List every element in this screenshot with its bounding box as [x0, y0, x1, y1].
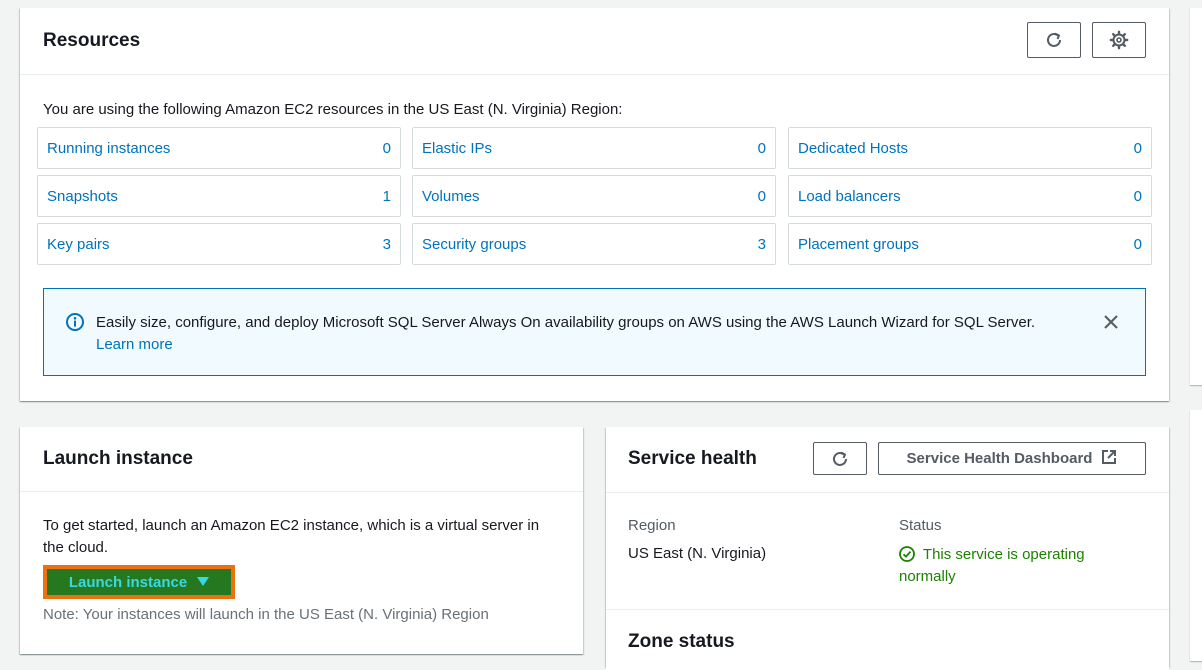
resource-snapshots[interactable]: Snapshots 1 — [37, 175, 401, 217]
region-value: US East (N. Virginia) — [628, 545, 767, 562]
side-panel-edge-bottom — [1190, 410, 1202, 661]
launch-instance-button[interactable]: Launch instance — [47, 569, 231, 595]
launch-header: Launch instance — [20, 427, 583, 492]
resource-label: Snapshots — [47, 188, 118, 205]
refresh-icon — [830, 449, 850, 469]
zone-status-title: Zone status — [628, 631, 735, 652]
status-label: Status — [899, 517, 942, 534]
status-text: This service is operating normally — [899, 546, 1085, 585]
resource-count: 0 — [1133, 188, 1142, 205]
check-circle-icon — [899, 546, 923, 563]
resource-label: Placement groups — [798, 236, 919, 253]
status-value: This service is operating normally — [899, 544, 1129, 588]
resource-label: Volumes — [422, 188, 480, 205]
resource-running-instances[interactable]: Running instances 0 — [37, 127, 401, 169]
resource-label: Key pairs — [47, 236, 110, 253]
caret-down-icon[interactable] — [197, 574, 210, 591]
resource-elastic-ips[interactable]: Elastic IPs 0 — [412, 127, 776, 169]
service-health-header: Service health Service Health Dashboard — [606, 427, 1169, 493]
resource-count: 0 — [1133, 140, 1142, 157]
launch-note: Note: Your instances will launch in the … — [43, 606, 489, 623]
resource-count: 0 — [1133, 236, 1142, 253]
resource-count: 3 — [382, 236, 391, 253]
resource-label: Running instances — [47, 140, 171, 157]
resource-label: Dedicated Hosts — [798, 140, 909, 157]
launch-instance-panel: Launch instance To get started, launch a… — [20, 427, 583, 654]
launch-description: To get started, launch an Amazon EC2 ins… — [43, 517, 540, 556]
resources-title: Resources — [43, 30, 141, 51]
resource-count: 0 — [382, 140, 391, 157]
resource-count: 3 — [757, 236, 766, 253]
gear-icon — [1109, 30, 1129, 50]
resource-placement-groups[interactable]: Placement groups 0 — [788, 223, 1152, 265]
info-icon — [65, 312, 85, 337]
close-icon[interactable] — [1102, 313, 1120, 336]
service-health-dashboard-button[interactable]: Service Health Dashboard — [878, 442, 1146, 475]
resource-label: Security groups — [422, 236, 527, 253]
resources-panel: Resources You are using the following Am… — [20, 8, 1169, 401]
region-label: Region — [628, 517, 676, 534]
side-panel-edge-top — [1190, 8, 1202, 385]
resource-dedicated-hosts[interactable]: Dedicated Hosts 0 — [788, 127, 1152, 169]
resource-count: 1 — [382, 188, 391, 205]
resources-header: Resources — [20, 8, 1169, 75]
resource-label: Load balancers — [798, 188, 901, 205]
info-alert: Easily size, configure, and deploy Micro… — [43, 288, 1146, 376]
resource-count: 0 — [757, 140, 766, 157]
resource-count: 0 — [757, 188, 766, 205]
resources-intro: You are using the following Amazon EC2 r… — [43, 101, 623, 118]
refresh-button[interactable] — [1027, 22, 1081, 58]
launch-instance-button-frame: Launch instance — [43, 565, 235, 599]
resource-load-balancers[interactable]: Load balancers 0 — [788, 175, 1152, 217]
info-alert-text: Easily size, configure, and deploy Micro… — [96, 314, 1036, 331]
external-link-icon — [1092, 449, 1117, 469]
service-health-refresh-button[interactable] — [813, 442, 867, 475]
resource-label: Elastic IPs — [422, 140, 493, 157]
service-health-dashboard-label: Service Health Dashboard — [906, 450, 1093, 467]
refresh-icon — [1044, 30, 1064, 50]
launch-title: Launch instance — [43, 448, 193, 469]
launch-instance-button-label: Launch instance — [68, 573, 188, 591]
resource-key-pairs[interactable]: Key pairs 3 — [37, 223, 401, 265]
service-health-title: Service health — [628, 448, 757, 469]
service-health-panel: Service health Service Health Dashboard … — [606, 427, 1169, 670]
settings-button[interactable] — [1092, 22, 1146, 58]
resource-volumes[interactable]: Volumes 0 — [412, 175, 776, 217]
resource-security-groups[interactable]: Security groups 3 — [412, 223, 776, 265]
learn-more-link[interactable]: Learn more — [96, 334, 173, 356]
